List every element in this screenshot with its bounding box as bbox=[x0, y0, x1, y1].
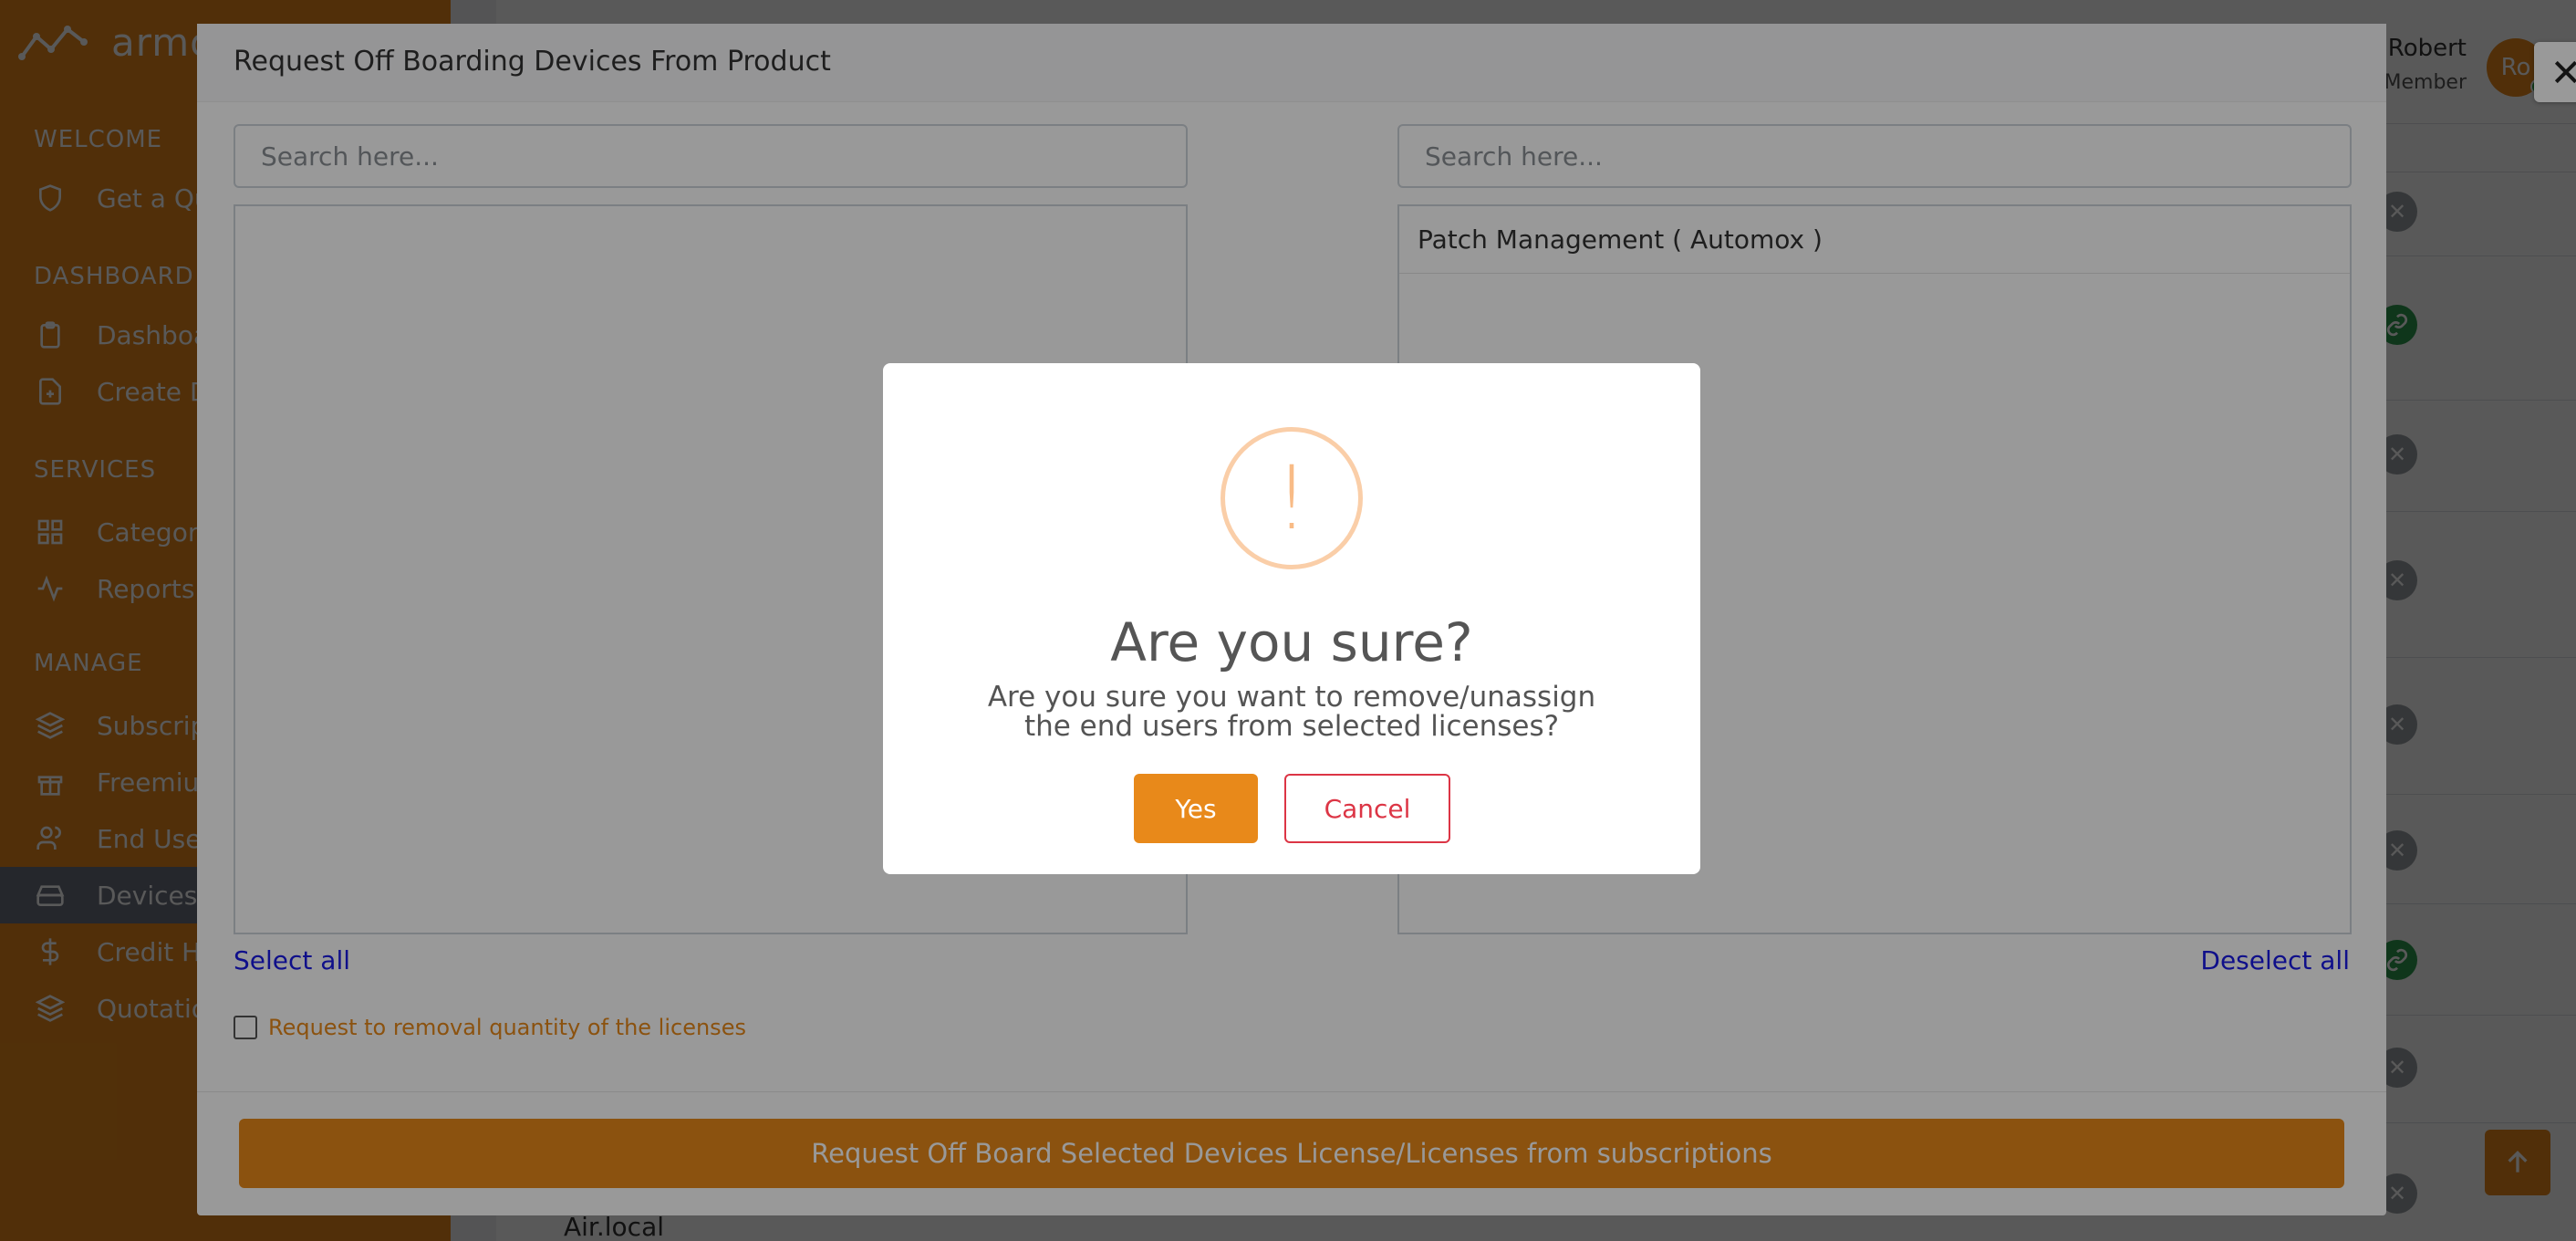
cancel-button[interactable]: Cancel bbox=[1284, 774, 1450, 843]
warning-icon: ! bbox=[1220, 427, 1363, 569]
confirm-dialog: ! Are you sure? Are you sure you want to… bbox=[883, 363, 1700, 874]
dialog-message: Are you sure you want to remove/unassign… bbox=[987, 681, 1596, 743]
dialog-title: Are you sure? bbox=[1110, 611, 1473, 673]
yes-button[interactable]: Yes bbox=[1134, 774, 1258, 843]
